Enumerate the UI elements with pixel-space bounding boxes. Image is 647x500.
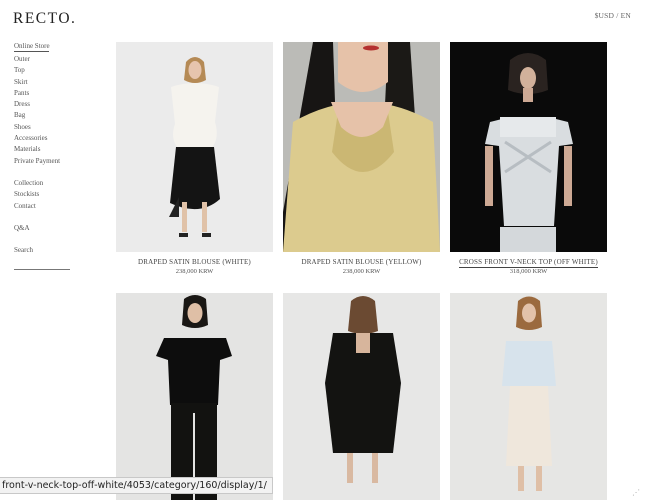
- search-input[interactable]: [14, 269, 70, 270]
- sidebar-item-accessories[interactable]: Accessories: [14, 133, 74, 144]
- sidebar-item-private-payment[interactable]: Private Payment: [14, 156, 74, 167]
- product-image-black-dress[interactable]: [283, 293, 440, 500]
- sidebar-item-collection[interactable]: Collection: [14, 178, 74, 189]
- product-image-white-blouse[interactable]: [116, 42, 273, 252]
- model-photo-yellow-blouse: [283, 42, 440, 252]
- model-photo-white-blouse: [116, 42, 273, 252]
- product-name-text[interactable]: CROSS FRONT V-NECK TOP (OFF WHITE): [459, 258, 598, 268]
- sidebar-item-dress[interactable]: Dress: [14, 99, 74, 110]
- sidebar-item-materials[interactable]: Materials: [14, 144, 74, 155]
- resize-grip-icon: ⋰: [632, 488, 640, 497]
- product-price: 238,000 KRW: [175, 268, 214, 275]
- sidebar-item-search[interactable]: Search: [14, 245, 74, 256]
- browser-status-bar: front-v-neck-top-off-white/4053/category…: [0, 477, 273, 494]
- sidebar-item-stockists[interactable]: Stockists: [14, 189, 74, 200]
- sidebar-item-qa[interactable]: Q&A: [14, 223, 74, 234]
- model-photo-black-set: [116, 293, 273, 500]
- sidebar-item-skirt[interactable]: Skirt: [14, 77, 74, 88]
- sidebar-item-online-store[interactable]: Online Store: [14, 42, 50, 52]
- product-name[interactable]: DRAPED SATIN BLOUSE (YELLOW): [283, 258, 440, 266]
- product-price: 238,000 KRW: [342, 268, 381, 275]
- sidebar-item-top[interactable]: Top: [14, 65, 74, 76]
- product-image-cross-front-top[interactable]: [450, 42, 607, 252]
- product-image-black-set[interactable]: [116, 293, 273, 500]
- product-name-hovered[interactable]: CROSS FRONT V-NECK TOP (OFF WHITE): [450, 258, 607, 268]
- sidebar-item-pants[interactable]: Pants: [14, 88, 74, 99]
- product-image-yellow-blouse[interactable]: [283, 42, 440, 252]
- product-image-light-blue-top[interactable]: [450, 293, 607, 500]
- sidebar-item-shoes[interactable]: Shoes: [14, 122, 74, 133]
- model-photo-cross-front-top: [450, 42, 607, 252]
- product-name[interactable]: DRAPED SATIN BLOUSE (WHITE): [116, 258, 273, 266]
- brand-logo[interactable]: RECTO.: [13, 10, 76, 28]
- category-sidebar: Online Store Outer Top Skirt Pants Dress…: [14, 42, 74, 256]
- model-photo-black-dress: [283, 293, 440, 500]
- sidebar-item-outer[interactable]: Outer: [14, 54, 74, 65]
- model-photo-light-blue-top: [450, 293, 607, 500]
- sidebar-item-contact[interactable]: Contact: [14, 201, 74, 212]
- currency-language-selector[interactable]: $USD / EN: [595, 11, 631, 20]
- product-price: 318,000 KRW: [509, 268, 548, 275]
- sidebar-item-bag[interactable]: Bag: [14, 110, 74, 121]
